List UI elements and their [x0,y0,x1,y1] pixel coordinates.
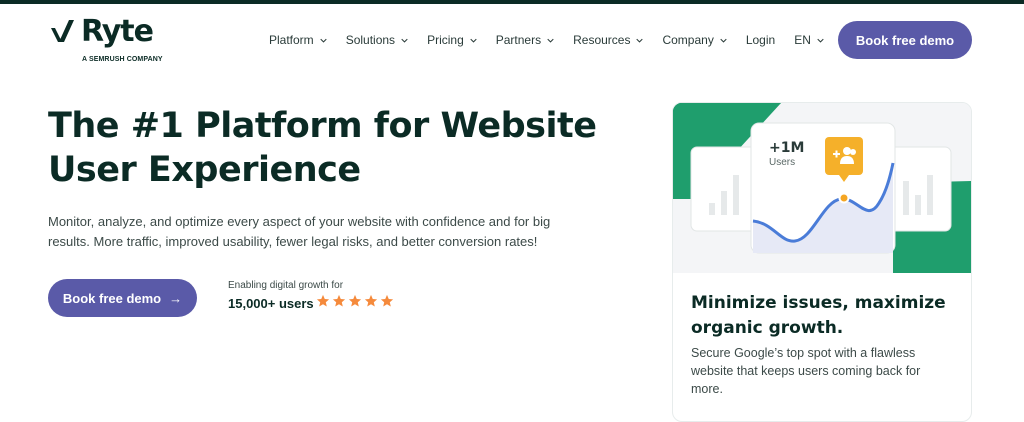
card-description: Secure Google’s top spot with a flawless… [691,346,921,396]
book-demo-button-hero[interactable]: Book free demo → [48,279,197,317]
chevron-down-icon [401,38,408,43]
ryte-check-mark-icon [51,20,74,42]
nav-label: Company [662,33,714,47]
nav-label: Platform [269,33,314,47]
rating-stars [316,294,396,308]
nav-item-login[interactable]: Login [746,33,775,47]
chevron-down-icon [720,38,727,43]
chevron-down-icon [547,38,554,43]
nav-label: Login [745,33,776,47]
chevron-down-icon [320,38,327,43]
feature-illustration: +1M Users [673,103,971,273]
nav-item-pricing[interactable]: Pricing [427,33,477,47]
star-icon [348,294,362,307]
star-icon [364,294,378,307]
main-navigation: Platform Solutions Pricing Partners Reso… [269,30,843,50]
nav-item-resources[interactable]: Resources [573,33,644,47]
brand-name: Ryte [81,14,154,49]
top-accent-bar [0,0,1024,4]
language-selector[interactable]: EN [794,33,824,47]
growth-caption: Enabling digital growth for [228,280,344,291]
star-icon [332,294,346,307]
card-title: Minimize issues, maximize organic growth… [691,293,946,338]
nav-label: Partners [495,33,542,47]
chevron-down-icon [817,38,824,43]
nav-label: Solutions [345,33,396,47]
chevron-down-icon [470,38,477,43]
stat-label: Users [769,157,796,168]
nav-item-partners[interactable]: Partners [496,33,554,47]
hero-title: The #1 Platform for Website User Experie… [48,106,597,190]
nav-item-company[interactable]: Company [662,33,727,47]
nav-label: Pricing [427,33,464,47]
nav-label: EN [794,33,811,47]
users-add-icon [833,147,856,164]
ryte-logo[interactable]: Ryte A SEMRUSH COMPANY [49,16,169,66]
nav-item-solutions[interactable]: Solutions [346,33,408,47]
brand-tagline: A SEMRUSH COMPANY [82,56,163,63]
stat-value: +1M [769,140,805,156]
growth-users-count: 15,000+ users [228,296,314,311]
nav-label: Resources [573,33,631,47]
button-label: Book free demo [62,290,162,306]
feature-card[interactable]: +1M Users Minimize issues, maximize orga… [672,102,972,422]
chevron-down-icon [636,38,644,43]
star-icon [316,294,330,307]
star-icon [380,294,394,307]
arrow-right-icon: → [169,290,183,306]
growth-illustration [673,103,971,273]
book-demo-button-header[interactable]: Book free demo [838,21,972,59]
nav-item-platform[interactable]: Platform [269,33,327,47]
hero-description: Monitor, analyze, and optimize every asp… [48,214,551,249]
